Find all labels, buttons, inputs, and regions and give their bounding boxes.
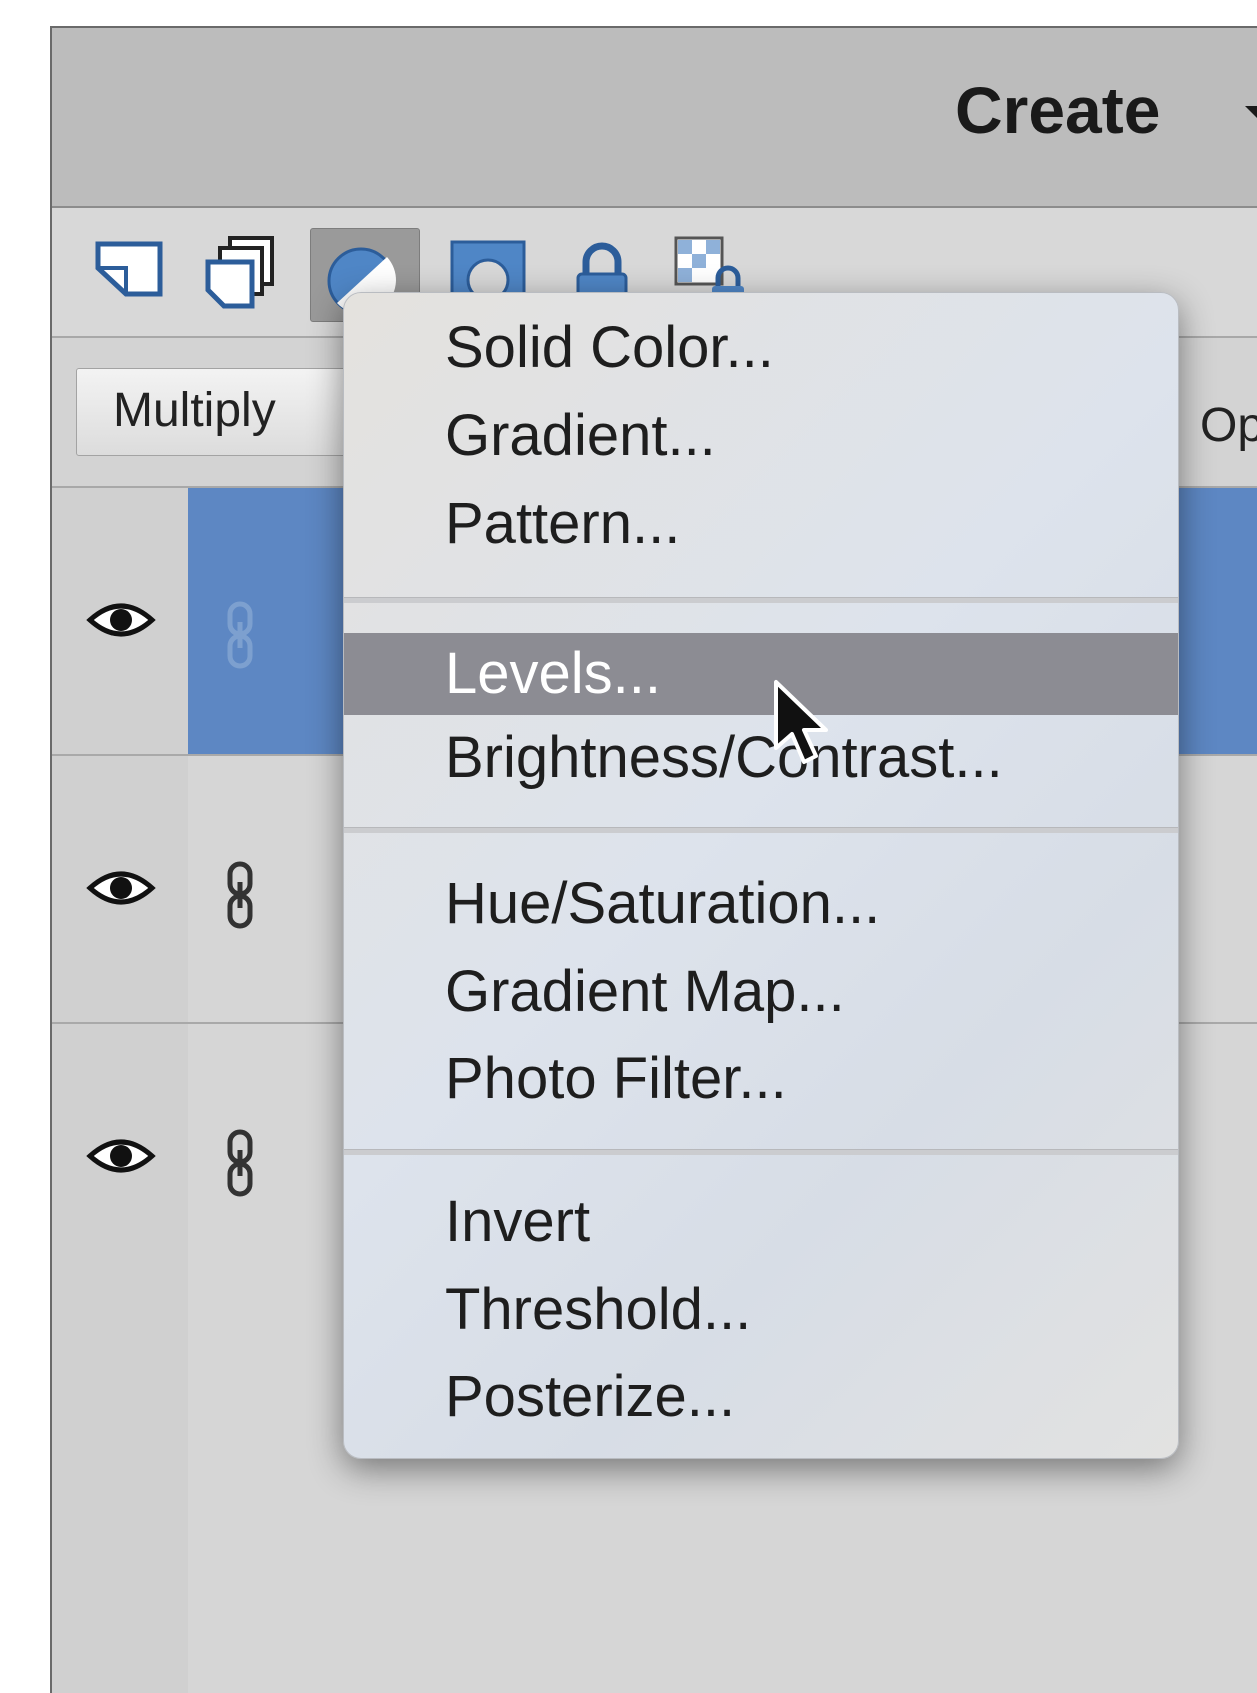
- menu-item-brightness-contrast[interactable]: Brightness/Contrast...: [344, 717, 1178, 799]
- link-icon[interactable]: [222, 600, 258, 670]
- create-menu-title[interactable]: Create: [955, 72, 1160, 148]
- menu-item-photo-filter[interactable]: Photo Filter...: [344, 1038, 1178, 1120]
- panel-header: Create: [52, 28, 1257, 208]
- menu-item-pattern[interactable]: Pattern...: [344, 483, 1178, 565]
- eye-icon[interactable]: [86, 1134, 156, 1178]
- menu-item-hue-saturation[interactable]: Hue/Saturation...: [344, 863, 1178, 945]
- opacity-label: Op: [1200, 399, 1257, 452]
- link-icon[interactable]: [222, 860, 258, 930]
- adjustment-layer-menu: Solid Color... Gradient... Pattern... Le…: [343, 292, 1179, 1459]
- menu-item-solid-color[interactable]: Solid Color...: [344, 307, 1178, 389]
- link-icon[interactable]: [222, 1128, 258, 1198]
- new-layer-icon[interactable]: [90, 232, 170, 312]
- blend-mode-select[interactable]: Multiply: [76, 368, 376, 456]
- layer-gutter: [52, 1024, 188, 1693]
- menu-item-invert[interactable]: Invert: [344, 1181, 1178, 1263]
- menu-separator: [344, 1149, 1178, 1155]
- eye-icon[interactable]: [86, 598, 156, 642]
- mouse-cursor-icon: [774, 680, 828, 764]
- menu-item-gradient[interactable]: Gradient...: [344, 395, 1178, 477]
- eye-icon[interactable]: [86, 866, 156, 910]
- menu-item-levels[interactable]: Levels...: [344, 633, 1178, 715]
- menu-item-threshold[interactable]: Threshold...: [344, 1269, 1178, 1351]
- menu-separator: [344, 827, 1178, 833]
- new-group-icon[interactable]: [200, 232, 280, 312]
- menu-item-posterize[interactable]: Posterize...: [344, 1356, 1178, 1438]
- menu-item-gradient-map[interactable]: Gradient Map...: [344, 951, 1178, 1033]
- menu-separator: [344, 597, 1178, 603]
- triangle-down-icon[interactable]: [1245, 106, 1257, 120]
